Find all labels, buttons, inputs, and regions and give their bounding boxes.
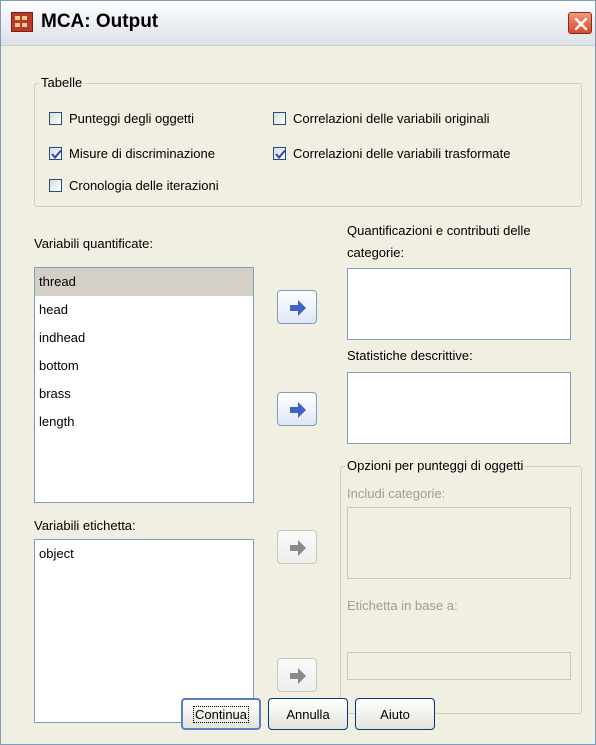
cancel-button[interactable]: Annulla	[268, 698, 348, 730]
continue-button-label: Continua	[192, 705, 250, 723]
list-item[interactable]: indhead	[35, 324, 253, 352]
checkbox-object-scores[interactable]: Punteggi degli oggetti	[49, 111, 194, 126]
label-vars-list[interactable]: object	[34, 539, 254, 723]
label-by-field[interactable]	[347, 652, 571, 680]
spss-app-icon	[11, 12, 33, 32]
object-scores-options-legend: Opzioni per punteggi di oggetti	[345, 458, 526, 473]
checkbox-label: Misure di discriminazione	[69, 146, 215, 161]
checkmark-icon	[51, 149, 62, 160]
list-item[interactable]: length	[35, 408, 253, 436]
label-by-label: Etichetta in base a:	[347, 598, 458, 613]
close-icon	[574, 17, 588, 31]
dialog-content: Tabelle Punteggi degli oggetti Correlazi…	[1, 46, 595, 744]
list-item[interactable]: brass	[35, 380, 253, 408]
window-title: MCA: Output	[41, 11, 159, 32]
checkbox-box[interactable]	[273, 112, 286, 125]
descriptive-stats-label: Statistiche descrittive:	[347, 348, 473, 363]
quantified-vars-label: Variabili quantificate:	[34, 236, 153, 251]
help-button[interactable]: Aiuto	[355, 698, 435, 730]
checkbox-box[interactable]	[49, 112, 62, 125]
checkbox-transformed-correlations[interactable]: Correlazioni delle variabili trasformate	[273, 146, 510, 161]
move-to-label-by-button[interactable]	[277, 658, 317, 692]
arrow-right-icon	[290, 668, 306, 684]
checkbox-discrimination-measures[interactable]: Misure di discriminazione	[49, 146, 215, 161]
checkbox-label: Punteggi degli oggetti	[69, 111, 195, 126]
move-to-descriptive-stats-button[interactable]	[277, 392, 317, 426]
move-to-quantifications-button[interactable]	[277, 290, 317, 324]
checkbox-label: Correlazioni delle variabili originali	[293, 111, 490, 126]
checkbox-label: Cronologia delle iterazioni	[69, 178, 219, 193]
checkbox-iteration-history[interactable]: Cronologia delle iterazioni	[49, 178, 219, 193]
category-quantifications-list[interactable]	[347, 268, 571, 340]
descriptive-stats-list[interactable]	[347, 372, 571, 444]
continue-button[interactable]: Continua	[181, 698, 261, 730]
category-quantifications-label: Quantificazioni e contributi delle categ…	[347, 223, 531, 260]
move-to-include-categories-button[interactable]	[277, 530, 317, 564]
list-item[interactable]: head	[35, 296, 253, 324]
mca-output-dialog: MCA: Output Tabelle Punteggi degli ogget…	[0, 0, 596, 745]
checkbox-label: Correlazioni delle variabili trasformate	[293, 146, 511, 161]
cancel-button-label: Annulla	[286, 706, 330, 722]
arrow-right-icon	[290, 300, 306, 316]
label-vars-label: Variabili etichetta:	[34, 518, 136, 533]
arrow-right-icon	[290, 402, 306, 418]
title-bar: MCA: Output	[1, 1, 595, 46]
checkbox-box[interactable]	[49, 147, 62, 160]
include-categories-label: Includi categorie:	[347, 486, 446, 501]
include-categories-list[interactable]	[347, 507, 571, 579]
tables-group-legend: Tabelle	[39, 75, 85, 90]
checkbox-box[interactable]	[49, 179, 62, 192]
help-button-label: Aiuto	[380, 706, 410, 722]
arrow-right-icon	[290, 540, 306, 556]
checkbox-original-correlations[interactable]: Correlazioni delle variabili originali	[273, 111, 490, 126]
list-item[interactable]: thread	[35, 268, 253, 296]
checkbox-box[interactable]	[273, 147, 286, 160]
checkmark-icon	[275, 149, 286, 160]
quantified-vars-list[interactable]: thread head indhead bottom brass length	[34, 267, 254, 503]
list-item[interactable]: object	[35, 540, 253, 568]
list-item[interactable]: bottom	[35, 352, 253, 380]
close-button[interactable]	[568, 12, 592, 34]
